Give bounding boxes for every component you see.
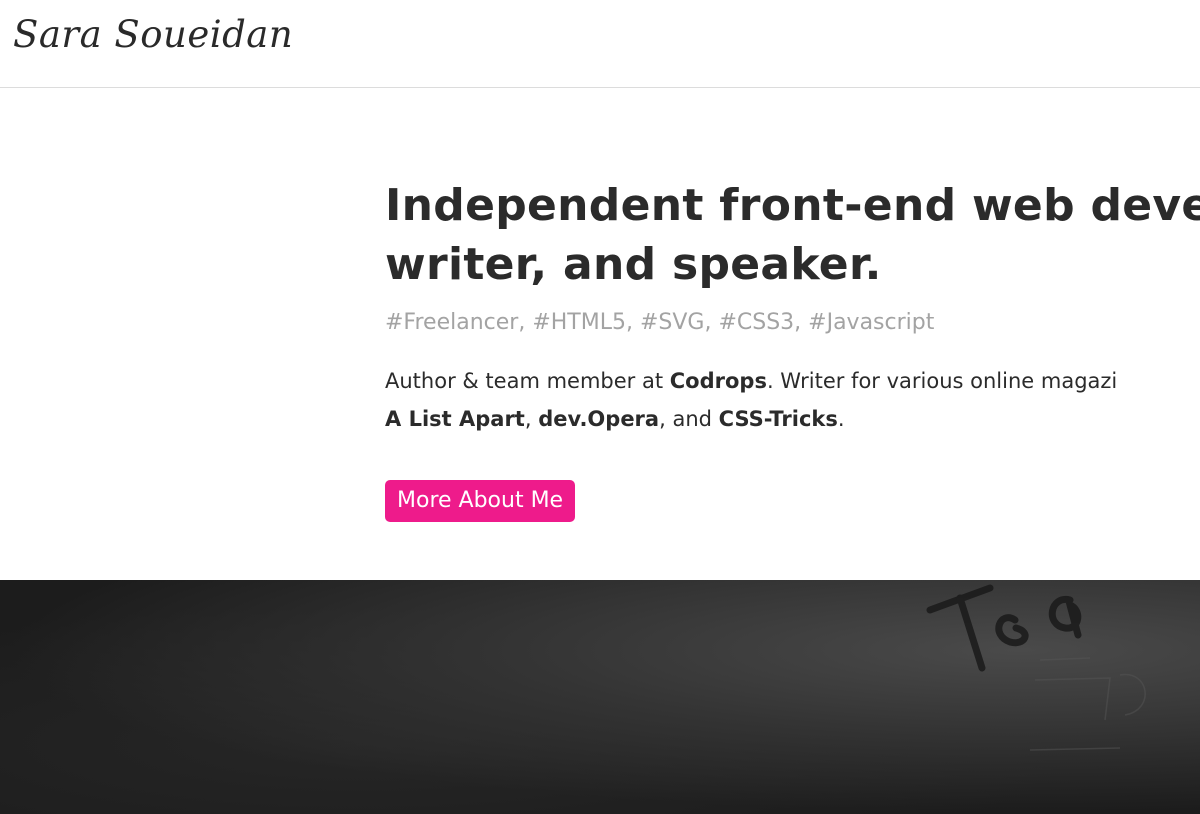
hero-content: Independent front-end web develo writer,… (385, 176, 1200, 522)
background-texture-image (920, 580, 1200, 814)
bio-period: . (837, 407, 845, 431)
bio-text: . Writer for various online magazi (766, 369, 1118, 393)
headline-line-2: writer, and speaker. (385, 239, 882, 290)
hero-section: Independent front-end web develo writer,… (0, 88, 1200, 580)
codrops-link[interactable]: Codrops (670, 369, 767, 393)
hero-bio: Author & team member at Codrops. Writer … (385, 362, 1200, 438)
dev-opera-link[interactable]: dev.Opera (538, 407, 659, 431)
site-logo[interactable]: Sara Soueidan (13, 13, 293, 56)
headline-line-1: Independent front-end web develo (385, 180, 1200, 231)
bio-separator: , (524, 407, 539, 431)
bio-separator: , and (659, 407, 719, 431)
more-about-me-button[interactable]: More About Me (385, 480, 576, 522)
hero-tags: #Freelancer, #HTML5, #SVG, #CSS3, #Javas… (385, 310, 935, 335)
a-list-apart-link[interactable]: A List Apart (385, 407, 525, 431)
site-header: Sara Soueidan (0, 0, 1200, 88)
hero-headline: Independent front-end web develo writer,… (385, 176, 1200, 294)
css-tricks-link[interactable]: CSS-Tricks (719, 407, 838, 431)
bio-text: Author & team member at (385, 369, 670, 393)
